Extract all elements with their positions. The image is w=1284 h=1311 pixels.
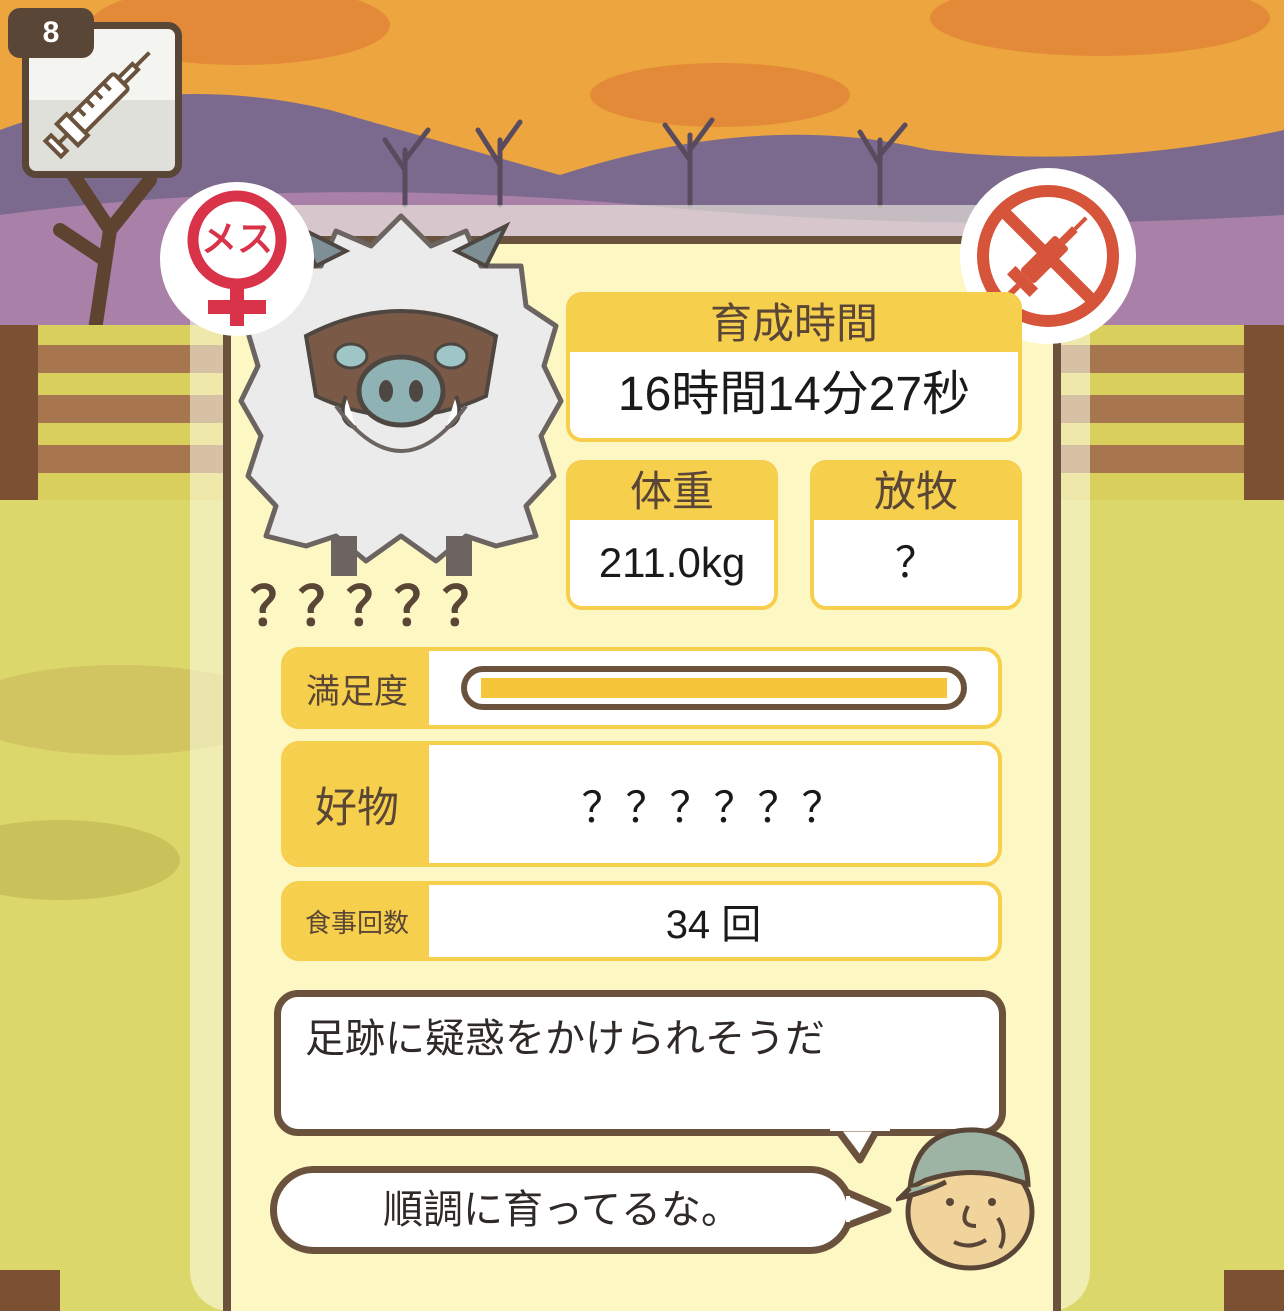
item-count-badge: 8 <box>8 8 94 58</box>
animal-name: ？？？？？ <box>250 575 496 638</box>
note-text: 足跡に疑惑をかけられそうだ <box>305 1016 825 1062</box>
weight-value: 211.0kg <box>598 539 746 586</box>
growth-time-box: 育成時間 16時間14分27秒 <box>566 292 1022 442</box>
farmer-avatar-icon <box>896 1127 1035 1271</box>
satisfaction-bar <box>460 666 967 710</box>
weight-box: 体重 211.0kg <box>566 460 778 610</box>
weight-label: 体重 <box>570 464 774 520</box>
satisfaction-label: 満足度 <box>285 651 429 725</box>
satisfaction-row: 満足度 <box>281 647 1002 729</box>
meal-count-value: 34 回 <box>665 903 762 947</box>
grazing-label: 放牧 <box>814 464 1018 520</box>
favorite-food-value: ？？？？？？ <box>581 782 846 832</box>
gender-badge: メス <box>160 182 314 336</box>
meal-count-label: 食事回数 <box>285 885 429 957</box>
grazing-box: 放牧 ？ <box>810 460 1022 610</box>
favorite-food-label: 好物 <box>285 745 429 863</box>
meal-count-row: 食事回数 34 回 <box>281 881 1002 961</box>
growth-time-label: 育成時間 <box>570 296 1018 352</box>
farmer-bubble-tail <box>846 1188 892 1230</box>
note-bubble: 足跡に疑惑をかけられそうだ <box>274 990 1006 1136</box>
growth-time-value: 16時間14分27秒 <box>617 368 971 421</box>
satisfaction-bar-fill <box>480 678 947 698</box>
grazing-value: ？ <box>894 539 937 586</box>
farmer-speech-bubble: 順調に育ってるな。 <box>270 1166 854 1254</box>
gender-label: メス <box>200 219 273 260</box>
note-bubble-tail <box>830 1128 890 1164</box>
favorite-food-row: 好物 ？？？？？？ <box>281 741 1002 867</box>
farmer-speech-text: 順調に育ってるな。 <box>383 1187 741 1233</box>
